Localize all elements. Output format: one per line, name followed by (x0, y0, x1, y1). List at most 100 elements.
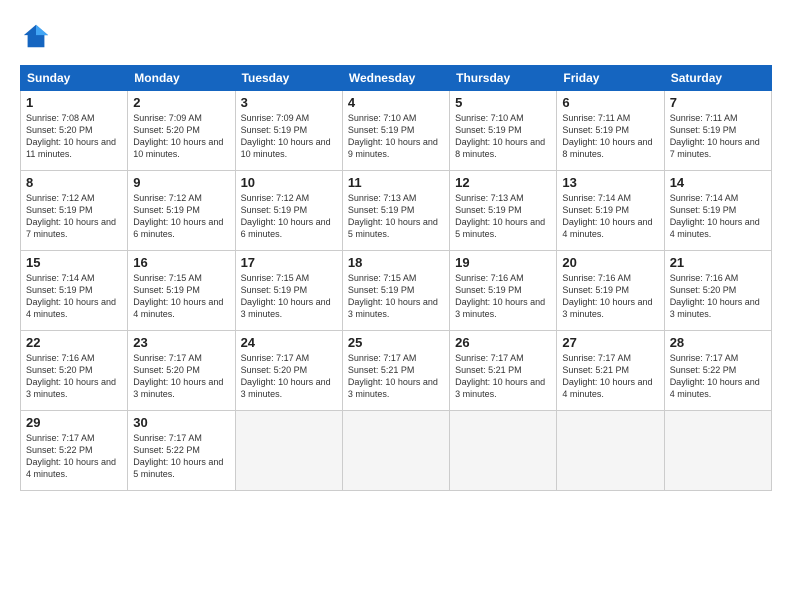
calendar-header-row: SundayMondayTuesdayWednesdayThursdayFrid… (21, 66, 772, 91)
calendar-day-cell: 13 Sunrise: 7:14 AMSunset: 5:19 PMDayligh… (557, 171, 664, 251)
day-number: 2 (133, 95, 229, 110)
day-number: 29 (26, 415, 122, 430)
day-number: 16 (133, 255, 229, 270)
day-info: Sunrise: 7:12 AMSunset: 5:19 PMDaylight:… (133, 193, 223, 239)
calendar-day-cell (664, 411, 771, 491)
logo (20, 22, 50, 55)
weekday-header: Monday (128, 66, 235, 91)
calendar-week-row: 22 Sunrise: 7:16 AMSunset: 5:20 PMDayligh… (21, 331, 772, 411)
weekday-header: Thursday (450, 66, 557, 91)
calendar-day-cell: 1Sunrise: 7:08 AMSunset: 5:20 PMDaylight… (21, 91, 128, 171)
day-info: Sunrise: 7:17 AMSunset: 5:21 PMDaylight:… (348, 353, 438, 399)
day-number: 7 (670, 95, 766, 110)
calendar-day-cell: 25 Sunrise: 7:17 AMSunset: 5:21 PMDayligh… (342, 331, 449, 411)
day-info: Sunrise: 7:17 AMSunset: 5:22 PMDaylight:… (133, 433, 223, 479)
calendar-day-cell: 8 Sunrise: 7:12 AMSunset: 5:19 PMDaylight… (21, 171, 128, 251)
calendar-day-cell: 5 Sunrise: 7:10 AMSunset: 5:19 PMDaylight… (450, 91, 557, 171)
weekday-header: Tuesday (235, 66, 342, 91)
calendar-day-cell: 11 Sunrise: 7:13 AMSunset: 5:19 PMDayligh… (342, 171, 449, 251)
calendar-day-cell (557, 411, 664, 491)
day-info: Sunrise: 7:14 AMSunset: 5:19 PMDaylight:… (562, 193, 652, 239)
weekday-header: Saturday (664, 66, 771, 91)
day-number: 14 (670, 175, 766, 190)
calendar-day-cell: 30 Sunrise: 7:17 AMSunset: 5:22 PMDayligh… (128, 411, 235, 491)
day-number: 23 (133, 335, 229, 350)
day-info: Sunrise: 7:15 AMSunset: 5:19 PMDaylight:… (133, 273, 223, 319)
calendar-day-cell: 3 Sunrise: 7:09 AMSunset: 5:19 PMDaylight… (235, 91, 342, 171)
day-number: 11 (348, 175, 444, 190)
day-number: 5 (455, 95, 551, 110)
day-info: Sunrise: 7:13 AMSunset: 5:19 PMDaylight:… (455, 193, 545, 239)
day-info: Sunrise: 7:09 AMSunset: 5:20 PMDaylight:… (133, 113, 223, 159)
day-number: 21 (670, 255, 766, 270)
day-number: 25 (348, 335, 444, 350)
day-number: 19 (455, 255, 551, 270)
weekday-header: Friday (557, 66, 664, 91)
calendar-day-cell: 22 Sunrise: 7:16 AMSunset: 5:20 PMDayligh… (21, 331, 128, 411)
calendar-day-cell: 29 Sunrise: 7:17 AMSunset: 5:22 PMDayligh… (21, 411, 128, 491)
calendar-day-cell: 23 Sunrise: 7:17 AMSunset: 5:20 PMDayligh… (128, 331, 235, 411)
day-info: Sunrise: 7:12 AMSunset: 5:19 PMDaylight:… (241, 193, 331, 239)
calendar-day-cell: 19Sunrise: 7:16 AMSunset: 5:19 PMDayligh… (450, 251, 557, 331)
day-info: Sunrise: 7:11 AMSunset: 5:19 PMDaylight:… (670, 113, 760, 159)
day-number: 17 (241, 255, 337, 270)
day-number: 24 (241, 335, 337, 350)
day-info: Sunrise: 7:17 AMSunset: 5:20 PMDaylight:… (133, 353, 223, 399)
calendar-day-cell: 12 Sunrise: 7:13 AMSunset: 5:19 PMDayligh… (450, 171, 557, 251)
calendar-day-cell: 18 Sunrise: 7:15 AMSunset: 5:19 PMDayligh… (342, 251, 449, 331)
day-number: 13 (562, 175, 658, 190)
calendar-day-cell (342, 411, 449, 491)
day-number: 8 (26, 175, 122, 190)
calendar-week-row: 8 Sunrise: 7:12 AMSunset: 5:19 PMDaylight… (21, 171, 772, 251)
calendar-day-cell: 7 Sunrise: 7:11 AMSunset: 5:19 PMDaylight… (664, 91, 771, 171)
calendar-week-row: 1Sunrise: 7:08 AMSunset: 5:20 PMDaylight… (21, 91, 772, 171)
calendar-day-cell: 24 Sunrise: 7:17 AMSunset: 5:20 PMDayligh… (235, 331, 342, 411)
calendar-day-cell: 20 Sunrise: 7:16 AMSunset: 5:19 PMDayligh… (557, 251, 664, 331)
day-info: Sunrise: 7:15 AMSunset: 5:19 PMDaylight:… (348, 273, 438, 319)
calendar-day-cell: 14 Sunrise: 7:14 AMSunset: 5:19 PMDayligh… (664, 171, 771, 251)
calendar-table: SundayMondayTuesdayWednesdayThursdayFrid… (20, 65, 772, 491)
day-number: 20 (562, 255, 658, 270)
day-info: Sunrise: 7:17 AMSunset: 5:22 PMDaylight:… (670, 353, 760, 399)
day-number: 22 (26, 335, 122, 350)
weekday-header: Wednesday (342, 66, 449, 91)
day-number: 18 (348, 255, 444, 270)
day-info: Sunrise: 7:10 AMSunset: 5:19 PMDaylight:… (455, 113, 545, 159)
day-number: 6 (562, 95, 658, 110)
day-number: 28 (670, 335, 766, 350)
calendar-day-cell: 27Sunrise: 7:17 AMSunset: 5:21 PMDayligh… (557, 331, 664, 411)
calendar-week-row: 15 Sunrise: 7:14 AMSunset: 5:19 PMDayligh… (21, 251, 772, 331)
day-number: 4 (348, 95, 444, 110)
header (20, 18, 772, 55)
calendar-day-cell (450, 411, 557, 491)
day-info: Sunrise: 7:09 AMSunset: 5:19 PMDaylight:… (241, 113, 331, 159)
day-number: 10 (241, 175, 337, 190)
day-number: 3 (241, 95, 337, 110)
day-info: Sunrise: 7:16 AMSunset: 5:19 PMDaylight:… (562, 273, 652, 319)
day-info: Sunrise: 7:11 AMSunset: 5:19 PMDaylight:… (562, 113, 652, 159)
calendar-week-row: 29 Sunrise: 7:17 AMSunset: 5:22 PMDayligh… (21, 411, 772, 491)
day-info: Sunrise: 7:17 AMSunset: 5:21 PMDaylight:… (455, 353, 545, 399)
calendar-day-cell: 10 Sunrise: 7:12 AMSunset: 5:19 PMDayligh… (235, 171, 342, 251)
day-info: Sunrise: 7:16 AMSunset: 5:20 PMDaylight:… (26, 353, 116, 399)
day-info: Sunrise: 7:14 AMSunset: 5:19 PMDaylight:… (670, 193, 760, 239)
day-number: 26 (455, 335, 551, 350)
calendar-day-cell: 16 Sunrise: 7:15 AMSunset: 5:19 PMDayligh… (128, 251, 235, 331)
day-number: 9 (133, 175, 229, 190)
day-info: Sunrise: 7:17 AMSunset: 5:22 PMDaylight:… (26, 433, 116, 479)
calendar-day-cell: 26 Sunrise: 7:17 AMSunset: 5:21 PMDayligh… (450, 331, 557, 411)
day-number: 30 (133, 415, 229, 430)
calendar-day-cell: 28 Sunrise: 7:17 AMSunset: 5:22 PMDayligh… (664, 331, 771, 411)
calendar-day-cell: 4Sunrise: 7:10 AMSunset: 5:19 PMDaylight… (342, 91, 449, 171)
day-info: Sunrise: 7:08 AMSunset: 5:20 PMDaylight:… (26, 113, 116, 159)
day-number: 15 (26, 255, 122, 270)
calendar-day-cell: 6 Sunrise: 7:11 AMSunset: 5:19 PMDaylight… (557, 91, 664, 171)
weekday-header: Sunday (21, 66, 128, 91)
calendar-day-cell: 2 Sunrise: 7:09 AMSunset: 5:20 PMDaylight… (128, 91, 235, 171)
day-info: Sunrise: 7:14 AMSunset: 5:19 PMDaylight:… (26, 273, 116, 319)
day-info: Sunrise: 7:12 AMSunset: 5:19 PMDaylight:… (26, 193, 116, 239)
day-number: 12 (455, 175, 551, 190)
day-info: Sunrise: 7:17 AMSunset: 5:20 PMDaylight:… (241, 353, 331, 399)
day-info: Sunrise: 7:13 AMSunset: 5:19 PMDaylight:… (348, 193, 438, 239)
calendar-day-cell: 21Sunrise: 7:16 AMSunset: 5:20 PMDayligh… (664, 251, 771, 331)
